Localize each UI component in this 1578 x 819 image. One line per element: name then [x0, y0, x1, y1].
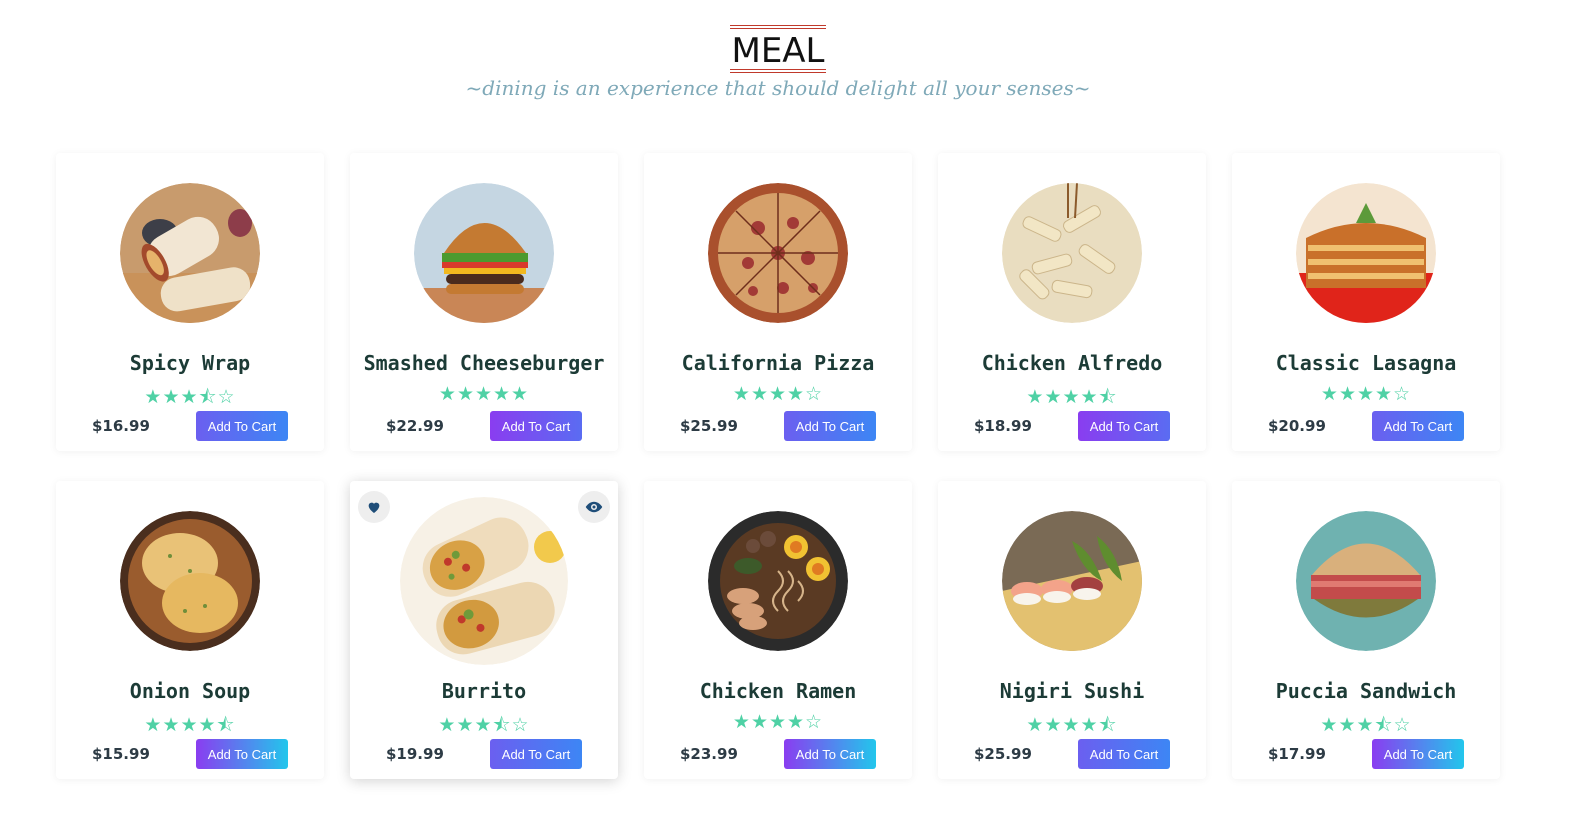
item-name: Nigiri Sushi [999, 679, 1145, 703]
item-name: Chicken Alfredo [981, 351, 1163, 375]
add-to-cart-button[interactable]: Add To Cart [490, 739, 582, 769]
item-price: $17.99 [1268, 745, 1326, 763]
pizza-image [708, 183, 848, 323]
item-name: Classic Lasagna [1275, 351, 1457, 375]
menu-card: Classic Lasagna ★★★★☆ $20.99 Add To Cart [1232, 153, 1500, 451]
burger-image [414, 183, 554, 323]
item-price: $19.99 [386, 745, 444, 763]
item-name: California Pizza [681, 351, 875, 375]
title-block: MEAL [730, 25, 826, 75]
item-price: $20.99 [1268, 417, 1326, 435]
add-to-cart-button[interactable]: Add To Cart [1372, 411, 1464, 441]
menu-card: Onion Soup ★★★★⯪ $15.99 Add To Cart [56, 481, 324, 779]
menu-card: Nigiri Sushi ★★★★⯪ $25.99 Add To Cart [938, 481, 1206, 779]
add-to-cart-button[interactable]: Add To Cart [196, 739, 288, 769]
add-to-cart-button[interactable]: Add To Cart [1372, 739, 1464, 769]
star-rating: ★★★★☆ [1320, 384, 1412, 405]
ramen-image [708, 511, 848, 651]
menu-card: Smashed Cheeseburger ★★★★★ $22.99 Add To… [350, 153, 618, 451]
lasagna-image [1296, 183, 1436, 323]
star-rating: ★★★★★ [438, 384, 530, 405]
page-title: MEAL [731, 31, 825, 71]
wrap-image [120, 183, 260, 323]
pasta-image [1002, 183, 1142, 323]
item-name: Chicken Ramen [699, 679, 857, 703]
item-name: Smashed Cheeseburger [363, 351, 605, 375]
item-price: $16.99 [92, 417, 150, 435]
menu-card: Spicy Wrap ★★★⯪☆ $16.99 Add To Cart [56, 153, 324, 451]
add-to-cart-button[interactable]: Add To Cart [784, 411, 876, 441]
menu-card: Chicken Ramen ★★★★☆ $23.99 Add To Cart [644, 481, 912, 779]
burrito-image [400, 497, 568, 665]
menu-card: California Pizza ★★★★☆ $25.99 Add To Car… [644, 153, 912, 451]
page-subtitle: ~dining is an experience that should del… [465, 76, 1091, 100]
item-price: $25.99 [974, 745, 1032, 763]
item-price: $23.99 [680, 745, 738, 763]
heart-icon[interactable] [358, 491, 390, 523]
sushi-image [1002, 511, 1142, 651]
item-name: Puccia Sandwich [1275, 679, 1457, 703]
star-rating: ★★★★☆ [732, 384, 824, 405]
star-rating: ★★★★☆ [732, 712, 824, 733]
item-name: Burrito [441, 679, 527, 703]
add-to-cart-button[interactable]: Add To Cart [490, 411, 582, 441]
add-to-cart-button[interactable]: Add To Cart [196, 411, 288, 441]
item-price: $18.99 [974, 417, 1032, 435]
menu-card: Chicken Alfredo ★★★★⯪ $18.99 Add To Cart [938, 153, 1206, 451]
add-to-cart-button[interactable]: Add To Cart [784, 739, 876, 769]
item-price: $15.99 [92, 745, 150, 763]
item-price: $22.99 [386, 417, 444, 435]
menu-card: Puccia Sandwich ★★★⯪☆ $17.99 Add To Cart [1232, 481, 1500, 779]
eye-icon[interactable] [578, 491, 610, 523]
item-name: Spicy Wrap [129, 351, 251, 375]
add-to-cart-button[interactable]: Add To Cart [1078, 739, 1170, 769]
menu-card: Burrito ★★★⯪☆ $19.99 Add To Cart [350, 481, 618, 779]
item-name: Onion Soup [129, 679, 251, 703]
add-to-cart-button[interactable]: Add To Cart [1078, 411, 1170, 441]
item-price: $25.99 [680, 417, 738, 435]
sandwich-image [1296, 511, 1436, 651]
soup-image [120, 511, 260, 651]
